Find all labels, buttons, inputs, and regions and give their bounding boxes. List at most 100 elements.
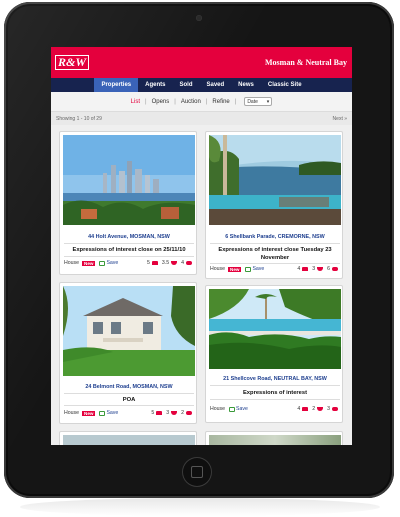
save-label: Save: [236, 406, 248, 412]
refine-link[interactable]: Refine: [212, 99, 229, 105]
save-icon: [99, 410, 106, 416]
listing-grid: 44 Holt Avenue, MOSMAN, NSW Expressions …: [51, 125, 352, 445]
car-icon: [332, 407, 338, 411]
listing-card[interactable]: 6 Shellbank Parade, CREMORNE, NSW Expres…: [205, 131, 343, 279]
car-icon: [186, 261, 192, 265]
carspaces-count: 2: [181, 410, 184, 416]
carspaces-count: 6: [327, 266, 330, 272]
listing-features: 5 3.5 4: [147, 260, 194, 266]
divider: [210, 243, 340, 244]
listing-meta: House Save 4 2 3: [210, 406, 340, 412]
listing-address[interactable]: 24 Belmont Road, MOSMAN, NSW: [60, 384, 198, 390]
save-button[interactable]: Save: [99, 410, 118, 416]
listing-photo[interactable]: [63, 435, 195, 445]
divider: [210, 385, 340, 386]
listing-card[interactable]: 21 Shellcove Road, NEUTRAL BAY, NSW Expr…: [205, 285, 343, 423]
listing-features: 5 3 2: [151, 410, 194, 416]
next-page-link[interactable]: Next »: [333, 116, 347, 122]
nav-properties[interactable]: Properties: [94, 78, 139, 92]
main-nav: Properties Agents Sold Saved News Classi…: [51, 78, 352, 92]
camera-icon: [196, 15, 202, 21]
property-type: House: [64, 410, 79, 416]
office-name: Mosman & Neutral Bay: [265, 58, 347, 67]
listing-meta: House New Save 4 3 6: [210, 266, 340, 272]
save-icon: [245, 266, 252, 272]
tablet-screen: R&W Mosman & Neutral Bay Properties Agen…: [51, 47, 352, 445]
sort-value: Date: [247, 98, 258, 105]
toolbar-divider: |: [234, 98, 237, 105]
listing-photo[interactable]: [209, 135, 341, 225]
listing-photo[interactable]: [209, 435, 341, 445]
device-reflection: [20, 498, 380, 516]
save-label: Save: [252, 266, 265, 272]
bedrooms-count: 4: [297, 266, 301, 272]
listing-photo[interactable]: [63, 135, 195, 225]
bathrooms-count: 3.5: [161, 260, 170, 266]
divider: [64, 405, 194, 406]
car-icon: [332, 267, 338, 271]
divider: [210, 399, 340, 400]
save-button[interactable]: Save: [245, 266, 264, 272]
bed-icon: [151, 261, 158, 265]
nav-classic-site[interactable]: Classic Site: [261, 78, 309, 92]
bath-icon: [317, 267, 324, 271]
chevron-down-icon: ▾: [266, 98, 270, 105]
listing-description: Expressions of interest close Tuesday 23…: [218, 247, 332, 261]
toolbar-divider: |: [174, 98, 176, 105]
nav-sold[interactable]: Sold: [172, 78, 199, 92]
carspaces-count: 4: [181, 260, 184, 266]
bedrooms-count: 4: [297, 406, 301, 412]
save-icon: [99, 260, 106, 266]
save-button[interactable]: Save: [229, 406, 248, 412]
bed-icon: [156, 411, 163, 415]
property-type: House: [210, 406, 225, 412]
nav-agents[interactable]: Agents: [138, 78, 172, 92]
view-opens-link[interactable]: Opens: [152, 99, 170, 105]
view-list-link[interactable]: List: [131, 99, 140, 105]
brand-logo[interactable]: R&W: [55, 55, 90, 70]
listing-card[interactable]: 24 Belmont Road, MOSMAN, NSW POA House N…: [59, 282, 197, 424]
sort-select[interactable]: Date ▾: [244, 97, 273, 106]
nav-saved[interactable]: Saved: [199, 78, 231, 92]
listing-photo[interactable]: [63, 286, 195, 376]
bathrooms-count: 3: [166, 410, 170, 416]
bed-icon: [302, 407, 309, 411]
bedrooms-count: 5: [147, 260, 150, 266]
home-button[interactable]: [182, 457, 212, 487]
listing-description: POA: [122, 397, 136, 403]
listing-meta: House New Save 5 3 2: [64, 410, 194, 416]
toolbar-divider: |: [205, 98, 208, 105]
listing-address[interactable]: 21 Shellcove Road, NEUTRAL BAY, NSW: [206, 376, 344, 382]
bathrooms-count: 3: [312, 266, 316, 272]
listing-card-partial[interactable]: [205, 431, 343, 445]
listing-card-partial[interactable]: [59, 431, 197, 445]
save-label: Save: [106, 410, 119, 416]
pagination-bar: Showing 1 - 10 of 29 Next »: [51, 112, 352, 125]
divider: [64, 256, 194, 257]
view-auction-link[interactable]: Auction: [181, 99, 201, 105]
listing-address[interactable]: 44 Holt Avenue, MOSMAN, NSW: [60, 234, 198, 240]
bed-icon: [302, 267, 309, 271]
save-button[interactable]: Save: [99, 260, 118, 266]
listing-address[interactable]: 6 Shellbank Parade, CREMORNE, NSW: [206, 234, 344, 240]
bath-icon: [171, 261, 178, 265]
car-icon: [186, 411, 192, 415]
property-type: House: [210, 266, 225, 272]
bathrooms-count: 2: [312, 406, 316, 412]
listing-photo[interactable]: [209, 289, 341, 369]
bedrooms-count: 5: [151, 410, 155, 416]
divider: [64, 243, 194, 244]
listing-card[interactable]: 44 Holt Avenue, MOSMAN, NSW Expressions …: [59, 131, 197, 275]
divider: [64, 393, 194, 394]
nav-news[interactable]: News: [231, 78, 261, 92]
new-badge: New: [228, 266, 242, 272]
bath-icon: [317, 407, 324, 411]
listing-meta: House New Save 5 3.5 4: [64, 260, 194, 266]
brand-header: R&W Mosman & Neutral Bay: [51, 47, 352, 78]
listing-features: 4 3 6: [297, 266, 340, 272]
toolbar-divider: |: [145, 98, 147, 105]
listing-features: 4 2 3: [297, 406, 340, 412]
property-type: House: [64, 260, 79, 266]
new-badge: New: [82, 410, 96, 416]
carspaces-count: 3: [327, 406, 330, 412]
